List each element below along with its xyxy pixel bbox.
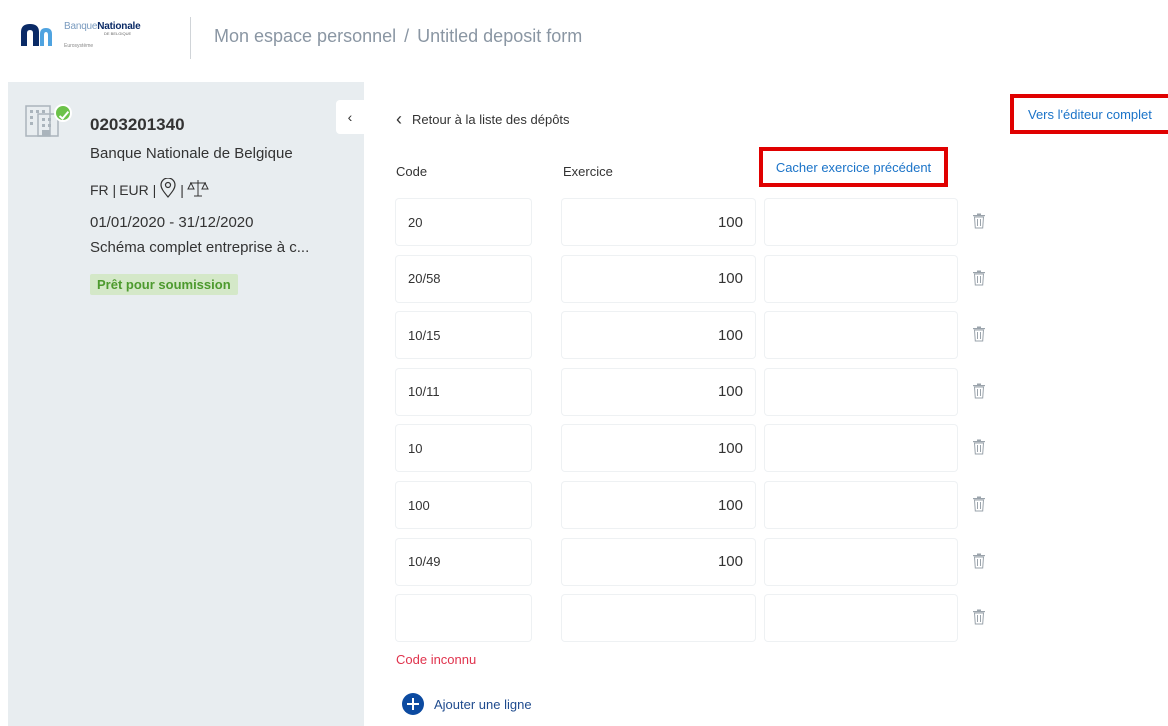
trash-icon[interactable]	[972, 213, 986, 229]
trash-icon[interactable]	[972, 496, 986, 512]
back-link-label: Retour à la liste des dépôts	[412, 111, 570, 127]
column-header-exercise: Exercice	[563, 164, 613, 179]
breadcrumb-separator: /	[404, 26, 410, 46]
table-row: 10/49 100	[396, 538, 996, 585]
column-header-code: Code	[396, 164, 428, 179]
logo-brand-light: Banque	[64, 21, 98, 32]
code-input[interactable]: 10/11	[396, 368, 531, 415]
code-input[interactable]: 20/58	[396, 255, 531, 302]
company-name: Banque Nationale de Belgique	[90, 145, 293, 162]
meta-separator: |	[180, 181, 184, 198]
schema-label: Schéma complet entreprise à c...	[90, 239, 310, 256]
status-badge: Prêt pour soumission	[90, 274, 238, 295]
previous-exercise-input[interactable]	[765, 595, 957, 642]
exercise-input[interactable]: 100	[562, 538, 755, 585]
building-icon	[24, 100, 60, 138]
chevron-left-icon: ‹	[347, 109, 353, 125]
full-editor-link[interactable]: Vers l'éditeur complet	[1010, 94, 1168, 134]
code-input[interactable]: 10/49	[396, 538, 531, 585]
breadcrumb-root[interactable]: Mon espace personnel	[214, 26, 396, 47]
exercise-input[interactable]: 100	[562, 482, 755, 528]
table-row: 10/11 100	[396, 368, 996, 415]
previous-exercise-input[interactable]	[765, 482, 957, 528]
collapse-sidebar-button[interactable]: ‹	[336, 100, 364, 134]
previous-exercise-input[interactable]	[765, 368, 957, 415]
scales-icon	[187, 178, 209, 201]
logo-sub: DE BELGIQUE	[104, 31, 132, 36]
logo-tagline: Eurosystème	[64, 43, 94, 49]
code-input[interactable]: 20	[396, 199, 531, 245]
code-input[interactable]: 100	[396, 482, 531, 528]
check-icon	[54, 104, 72, 122]
exercise-input[interactable]: 100	[562, 425, 755, 472]
bnb-logo-mark	[18, 22, 62, 48]
code-input[interactable]	[396, 595, 531, 642]
table-row: 20/58 100	[396, 255, 996, 302]
back-to-deposits-link[interactable]: ‹ Retour à la liste des dépôts	[396, 110, 570, 128]
exercise-input[interactable]: 100	[562, 312, 755, 359]
language-label: FR |	[90, 181, 117, 198]
trash-icon[interactable]	[972, 383, 986, 399]
trash-icon[interactable]	[972, 326, 986, 342]
header-divider	[190, 17, 191, 59]
period-dates: 01/01/2020 - 31/12/2020	[90, 214, 254, 231]
table-row: 20 100	[396, 199, 996, 245]
trash-icon[interactable]	[972, 609, 986, 625]
exercise-input[interactable]	[562, 595, 755, 642]
company-number: 0203201340	[90, 115, 185, 134]
table-row: 10/15 100	[396, 312, 996, 359]
exercise-input[interactable]: 100	[562, 255, 755, 302]
error-message: Code inconnu	[396, 652, 477, 667]
previous-exercise-input[interactable]	[765, 425, 957, 472]
breadcrumb-current: Untitled deposit form	[417, 26, 583, 46]
trash-icon[interactable]	[972, 439, 986, 455]
exercise-input[interactable]: 100	[562, 199, 755, 245]
location-icon	[159, 177, 177, 201]
code-input[interactable]: 10	[396, 425, 531, 472]
previous-exercise-input[interactable]	[765, 538, 957, 585]
currency-label: EUR |	[119, 181, 157, 198]
chevron-left-icon: ‹	[396, 109, 402, 129]
table-row: 100 100	[396, 482, 996, 528]
bnb-logo[interactable]: BanqueNationale DE BELGIQUE Eurosystème	[18, 22, 141, 49]
code-input[interactable]: 10/15	[396, 312, 531, 359]
trash-icon[interactable]	[972, 553, 986, 569]
table-row: 10 100	[396, 425, 996, 472]
hide-previous-exercise-link[interactable]: Cacher exercice précédent	[759, 147, 948, 187]
previous-exercise-input[interactable]	[765, 255, 957, 302]
trash-icon[interactable]	[972, 270, 986, 286]
plus-icon	[402, 693, 424, 715]
previous-exercise-input[interactable]	[765, 199, 957, 245]
deposit-meta: FR | EUR | |	[90, 177, 209, 201]
sidebar: 0203201340 Banque Nationale de Belgique …	[8, 82, 364, 726]
table-row	[396, 595, 996, 642]
exercise-input[interactable]: 100	[562, 368, 755, 415]
breadcrumb: Mon espace personnel / Untitled deposit …	[214, 26, 582, 47]
app-header: BanqueNationale DE BELGIQUE Eurosystème …	[0, 0, 1168, 78]
add-line-label: Ajouter une ligne	[434, 696, 532, 712]
add-line-button[interactable]: Ajouter une ligne	[402, 693, 532, 715]
previous-exercise-input[interactable]	[765, 312, 957, 359]
